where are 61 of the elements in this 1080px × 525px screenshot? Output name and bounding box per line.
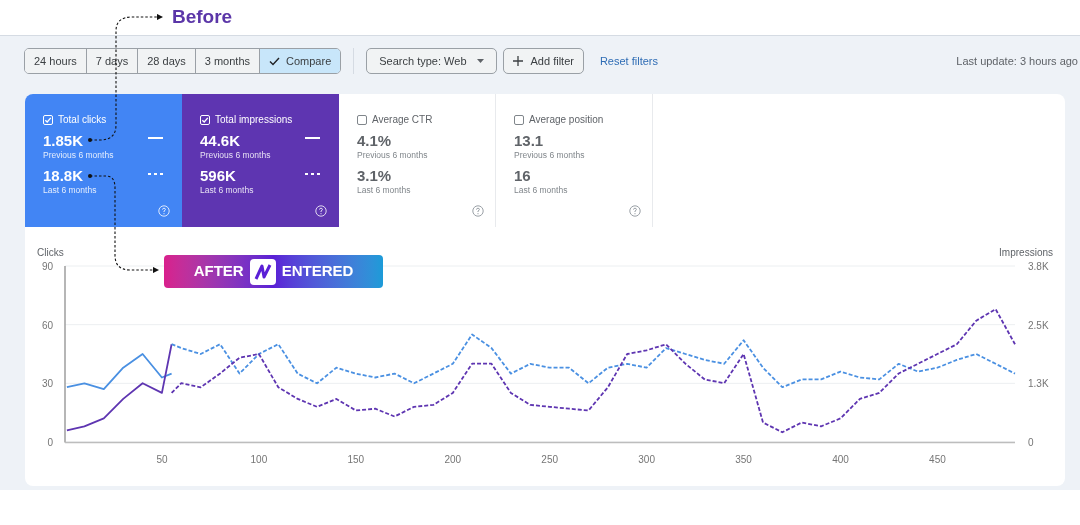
metric-caption: Last 6 months — [43, 185, 97, 196]
tick-label: 400 — [832, 454, 849, 465]
metric-caption: Last 6 months — [357, 185, 411, 196]
metric-value: 16 — [514, 167, 531, 185]
add-filter-button[interactable]: Add filter — [502, 48, 584, 74]
help-icon[interactable] — [629, 205, 641, 217]
check-icon — [44, 115, 52, 124]
tick-label: 0 — [1028, 437, 1034, 448]
tick-label: 3.8K — [1028, 261, 1049, 272]
metric-label: Total clicks — [58, 113, 107, 127]
after-text: AFTER — [193, 261, 244, 282]
tick-label: 450 — [929, 454, 946, 465]
check-icon — [269, 56, 280, 66]
metric-label: Total impressions — [215, 113, 293, 127]
tick-label: 30 — [41, 378, 53, 390]
metric-value: 44.6K — [200, 132, 241, 150]
last-update-text: Last update: 3 hours ago — [956, 53, 1078, 69]
reset-filters-link[interactable]: Reset filters — [599, 52, 658, 70]
plus-icon — [512, 56, 523, 66]
dashed-line-icon — [148, 173, 163, 175]
metric-value: 596K — [200, 167, 236, 185]
metric-value: 3.1% — [357, 167, 392, 185]
logo-icon — [249, 258, 276, 285]
dashed-line-icon — [305, 173, 320, 175]
solid-line-icon — [148, 137, 163, 139]
axis-title: Clicks — [37, 247, 64, 258]
metric-value: 13.1 — [514, 132, 544, 150]
axis-title: Impressions — [999, 247, 1053, 258]
metric-caption: Last 6 months — [514, 185, 568, 196]
caret-icon — [476, 59, 484, 63]
tick-label: 300 — [638, 454, 655, 465]
check-icon — [201, 115, 209, 124]
solid-line-icon — [305, 137, 320, 139]
period-tab[interactable]: Compare — [259, 49, 341, 73]
help-icon[interactable] — [472, 205, 484, 217]
checkbox[interactable] — [514, 114, 524, 125]
tick-label: 350 — [735, 454, 752, 465]
metric-label: Average CTR — [372, 113, 433, 127]
metric-value: 1.85K — [43, 132, 84, 150]
metric-value: 18.8K — [43, 167, 84, 185]
metric-value: 4.1% — [357, 132, 392, 150]
metric-label: Average position — [529, 113, 604, 127]
search-type-dropdown[interactable]: Search type: Web — [366, 48, 497, 74]
before-label: Before — [172, 5, 233, 29]
metric-caption: Last 6 months — [200, 185, 254, 196]
tick-label: 0 — [47, 437, 53, 448]
tick-label: 100 — [250, 454, 268, 465]
tick-label: 1.3K — [1028, 378, 1049, 390]
tick-label: 2.5K — [1028, 319, 1049, 331]
entered-text: ENTERED — [281, 261, 354, 282]
checkbox[interactable] — [357, 114, 367, 125]
tick-label: 150 — [347, 454, 365, 465]
tick-label: 60 — [41, 319, 53, 331]
tick-label: 50 — [156, 454, 168, 465]
tick-label: 250 — [541, 454, 559, 465]
metric-caption: Previous 6 months — [200, 150, 271, 161]
metric-caption: Previous 6 months — [357, 150, 428, 161]
metric-caption: Previous 6 months — [514, 150, 585, 161]
metric-caption: Previous 6 months — [43, 150, 114, 161]
tick-label: 200 — [444, 454, 462, 465]
tick-label: 90 — [41, 261, 53, 272]
